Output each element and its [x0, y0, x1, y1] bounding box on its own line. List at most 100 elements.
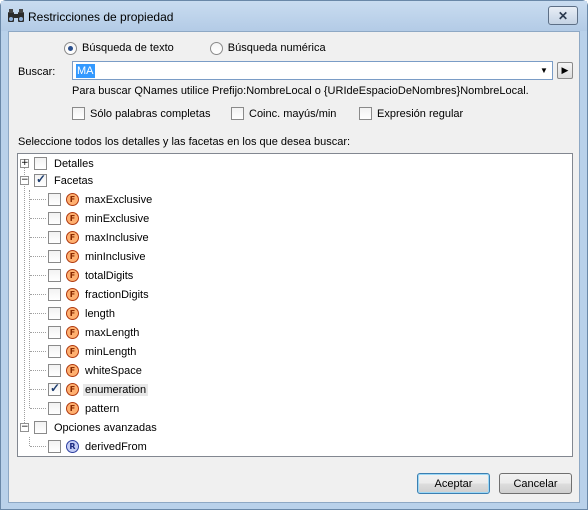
facet-icon: F: [66, 383, 79, 396]
tree-node-whitespace[interactable]: F whiteSpace: [30, 361, 144, 380]
facet-icon: F: [66, 345, 79, 358]
numeric-search-radio[interactable]: Búsqueda numérica: [209, 40, 326, 56]
tree-node-facetas[interactable]: − Facetas: [20, 171, 95, 190]
facet-tree[interactable]: + Detalles − Facetas F maxExclusive F mi…: [17, 153, 573, 457]
facet-icon: F: [66, 307, 79, 320]
tree-connector: [30, 313, 46, 314]
tree-node-mininclusive[interactable]: F minInclusive: [30, 247, 148, 266]
tree-node-label: fractionDigits: [85, 288, 149, 301]
search-mode-group: Búsqueda de texto Búsqueda numérica: [64, 40, 362, 56]
facet-icon: F: [66, 250, 79, 263]
tree-node-enumeration[interactable]: F enumeration: [30, 380, 149, 399]
regex-label: Expresión regular: [377, 107, 464, 120]
tree-node-label: Detalles: [54, 157, 94, 170]
text-search-radio[interactable]: Búsqueda de texto: [64, 40, 174, 56]
tree-checkbox[interactable]: [48, 288, 61, 301]
close-button[interactable]: ✕: [548, 6, 578, 25]
regex-option[interactable]: Expresión regular: [359, 107, 463, 120]
ok-button[interactable]: Aceptar: [417, 473, 490, 494]
whole-words-label: Sólo palabras completas: [90, 107, 211, 120]
tree-checkbox[interactable]: [48, 364, 61, 377]
tree-checkbox[interactable]: [48, 250, 61, 263]
tree-node-minexclusive[interactable]: F minExclusive: [30, 209, 151, 228]
match-case-option[interactable]: Coinc. mayús/min: [231, 107, 336, 120]
regex-checkbox[interactable]: [359, 107, 372, 120]
tree-node-opciones-avanzadas[interactable]: − Opciones avanzadas: [20, 418, 159, 437]
facet-icon: F: [66, 402, 79, 415]
facet-icon: F: [66, 326, 79, 339]
expand-icon[interactable]: +: [20, 159, 29, 168]
binoculars-icon: [8, 9, 24, 22]
tree-checkbox[interactable]: [48, 193, 61, 206]
radio-button[interactable]: [209, 41, 223, 55]
whole-words-checkbox[interactable]: [72, 107, 85, 120]
tree-connector: [30, 389, 46, 390]
tree-node-maxlength[interactable]: F maxLength: [30, 323, 141, 342]
search-input[interactable]: MA ▼: [72, 61, 553, 80]
tree-node-label: derivedFrom: [85, 440, 147, 453]
tree-node-label: minLength: [85, 345, 137, 358]
tree-node-maxinclusive[interactable]: F maxInclusive: [30, 228, 151, 247]
tree-node-derivedfrom[interactable]: R derivedFrom: [30, 437, 149, 456]
tree-guide-line: [24, 164, 25, 429]
collapse-icon[interactable]: −: [20, 423, 29, 432]
tree-node-label: maxExclusive: [85, 193, 153, 206]
cancel-button[interactable]: Cancelar: [499, 473, 572, 494]
chevron-down-icon[interactable]: ▼: [536, 62, 552, 79]
tree-caption: Seleccione todos los detalles y las face…: [18, 136, 351, 148]
tree-checkbox[interactable]: [48, 402, 61, 415]
tree-checkbox[interactable]: [48, 345, 61, 358]
tree-connector: [30, 199, 46, 200]
dialog-window: Restricciones de propiedad ✕ Búsqueda de…: [0, 0, 588, 510]
search-value[interactable]: MA: [76, 64, 95, 78]
tree-node-label: length: [85, 307, 115, 320]
match-case-checkbox[interactable]: [231, 107, 244, 120]
reference-icon: R: [66, 440, 79, 453]
tree-checkbox[interactable]: [48, 231, 61, 244]
tree-connector: [30, 446, 46, 447]
ok-button-label: Aceptar: [434, 477, 473, 490]
tree-checkbox[interactable]: [48, 212, 61, 225]
text-search-label: Búsqueda de texto: [82, 42, 174, 54]
facet-icon: F: [66, 269, 79, 282]
close-icon: ✕: [557, 8, 569, 23]
tree-node-totaldigits[interactable]: F totalDigits: [30, 266, 135, 285]
cancel-button-label: Cancelar: [513, 477, 558, 490]
tree-checkbox[interactable]: [48, 307, 61, 320]
tree-checkbox-checked[interactable]: [34, 172, 47, 187]
arrow-right-icon: ▶: [561, 65, 569, 75]
radio-button-selected[interactable]: [64, 41, 77, 55]
tree-connector: [30, 218, 46, 219]
title-bar[interactable]: Restricciones de propiedad ✕: [1, 1, 587, 31]
search-go-button[interactable]: ▶: [557, 62, 573, 79]
facet-icon: F: [66, 364, 79, 377]
collapse-icon[interactable]: −: [20, 176, 29, 185]
tree-checkbox-checked[interactable]: [48, 381, 61, 396]
dialog-body: Búsqueda de texto Búsqueda numérica Busc…: [8, 31, 580, 503]
tree-checkbox[interactable]: [48, 440, 61, 453]
window-title: Restricciones de propiedad: [28, 10, 174, 24]
tree-node-fractiondigits[interactable]: F fractionDigits: [30, 285, 151, 304]
tree-node-label: totalDigits: [85, 269, 134, 282]
tree-connector: [30, 237, 46, 238]
tree-node-label: minInclusive: [85, 250, 146, 263]
tree-node-label: pattern: [85, 402, 120, 415]
numeric-search-label: Búsqueda numérica: [227, 42, 326, 54]
whole-words-option[interactable]: Sólo palabras completas: [72, 107, 210, 120]
tree-connector: [30, 408, 46, 409]
tree-node-label: whiteSpace: [85, 364, 142, 377]
search-label: Buscar:: [18, 66, 56, 78]
tree-checkbox[interactable]: [34, 157, 47, 170]
tree-connector: [30, 294, 46, 295]
tree-node-pattern[interactable]: F pattern: [30, 399, 121, 418]
tree-checkbox[interactable]: [34, 421, 47, 434]
tree-checkbox[interactable]: [48, 269, 61, 282]
tree-connector: [30, 351, 46, 352]
tree-node-label: maxLength: [85, 326, 140, 339]
tree-node-maxexclusive[interactable]: F maxExclusive: [30, 190, 154, 209]
tree-node-length[interactable]: F length: [30, 304, 117, 323]
facet-icon: F: [66, 193, 79, 206]
tree-node-minlength[interactable]: F minLength: [30, 342, 138, 361]
tree-checkbox[interactable]: [48, 326, 61, 339]
search-hint: Para buscar QNames utilice Prefijo:Nombr…: [72, 85, 529, 97]
